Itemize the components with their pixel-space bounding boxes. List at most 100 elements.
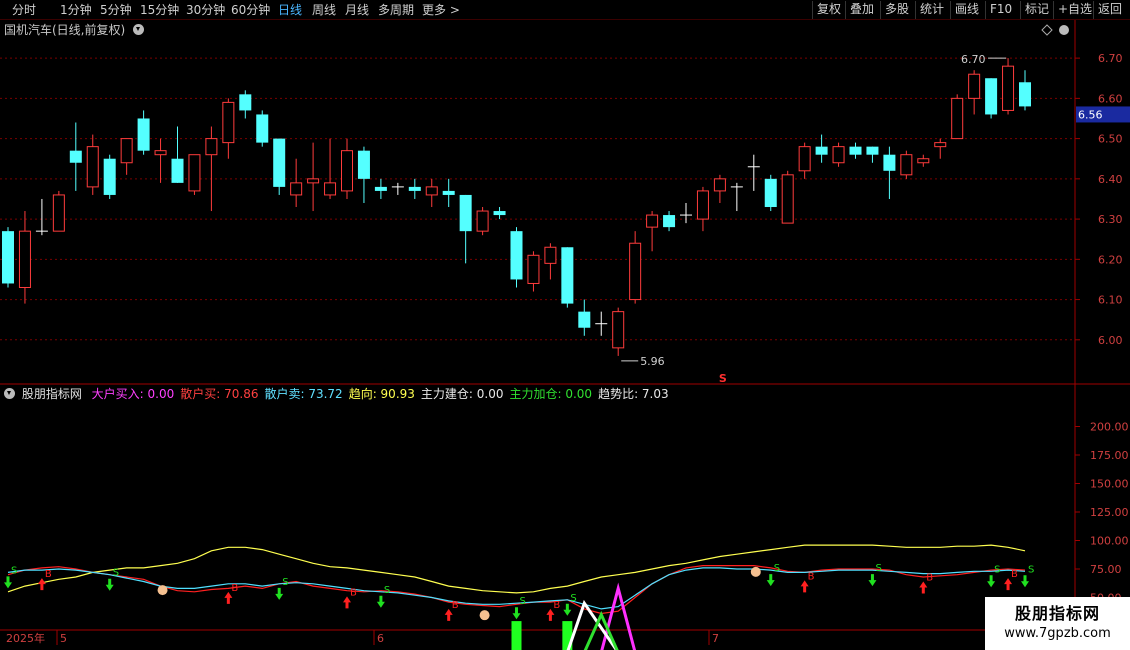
chart-canvas: 6.00 6.10 6.20 6.30 6.40 6.50 6.60 6.70 6.56 6.70… [0,20,1130,650]
candle-body [612,311,625,349]
fuquan-button[interactable]: 复权 [812,1,845,19]
add-favorite-button[interactable]: +自选 [1053,1,1096,19]
candle-body [273,138,286,187]
sell-arrow-icon [376,595,385,608]
y-tick-label: 125.00 [1090,506,1129,519]
dropdown-circle-icon [1059,25,1069,35]
watermark-title: 股朋指标网 [1014,604,1100,623]
candle-body [307,178,320,184]
candle-body [951,97,964,140]
y-tick-label: 6.00 [1098,334,1123,347]
candle-body [1019,82,1031,107]
mark-button[interactable]: 标记 [1020,1,1053,19]
min-price-label: 5.96 [640,355,665,368]
candle-body [798,146,811,172]
toolbar: 分时 1分钟 5分钟 15分钟 30分钟 60分钟 日线 周线 月线 多周期 更… [0,0,1130,20]
period-tab-weekly[interactable]: 周线 [312,2,336,18]
f10-button[interactable]: F10 [985,1,1016,19]
indicator-item: 主力加仓: 0.00 [509,387,593,401]
candle-body [544,246,557,264]
candle-body [764,178,777,208]
period-tab-more[interactable]: 更多 > [422,2,460,18]
indicator-header: 股朋指标网 大户买入: 0.00 散户买: 70.86 散户卖: 73.72 趋向: … [4,386,675,402]
y-tick-label: 150.00 [1090,478,1129,491]
candle-body [663,215,676,228]
y-tick-label: 6.60 [1098,92,1123,105]
candle-body [154,150,167,156]
period-tab-monthly[interactable]: 月线 [345,2,369,18]
candle-body [866,146,879,155]
watermark-url: www.7gpzb.com [1004,626,1111,641]
indicator-item: 散户买: 70.86 [180,387,259,401]
x-year-label: 2025年 [6,631,45,645]
candle-body [103,158,116,195]
overlay-button[interactable]: 叠加 [845,1,878,19]
candle-body [290,182,303,196]
candle-body [781,174,794,224]
period-tab-30min[interactable]: 30分钟 [186,2,225,18]
x-month-label: 6 [377,632,384,645]
multi-stock-button[interactable]: 多股 [880,1,913,19]
indicator-spike [583,610,619,650]
sell-signal-label: S [774,563,780,574]
candle-body [374,186,387,191]
period-tab-multi[interactable]: 多周期 [378,2,414,18]
period-tab-fenshi[interactable]: 分时 [12,2,36,18]
candle-body [561,247,574,304]
sell-arrow-icon [105,578,114,591]
sell-arrow-icon [987,575,996,588]
candle-body [968,73,981,99]
price-tag: 6.56 [1078,108,1103,121]
period-tab-daily[interactable]: 日线 [278,2,302,18]
stats-button[interactable]: 统计 [915,1,948,19]
main-force-bar [511,621,522,650]
sell-signal-label: S [282,577,288,588]
sell-signal-label: S [570,593,576,604]
y-tick-label: 6.70 [1098,52,1123,65]
candle-body [18,230,31,288]
period-tab-1min[interactable]: 1分钟 [60,2,92,18]
main-panel-header: 国机汽车(日线,前复权) [4,22,147,38]
candle-body [442,190,455,195]
indicator-spike [600,582,637,650]
sell-arrow-icon [275,587,284,600]
buy-signal-label: B [231,583,238,594]
y-tick-label: 100.00 [1090,535,1129,548]
candle-body [493,211,506,216]
period-tab-5min[interactable]: 5分钟 [100,2,132,18]
sell-signal-label: S [875,563,881,574]
indicator-values: 大户买入: 0.00 散户买: 70.86 散户卖: 73.72 趋向: 90.93 主… [92,387,675,401]
candle-body [357,150,370,179]
buy-signal-label: B [808,571,815,582]
dropdown-circle-icon[interactable] [133,24,145,35]
candle-body [459,194,472,232]
period-tab-15min[interactable]: 15分钟 [140,2,179,18]
buy-signal-label: B [553,600,560,611]
candle-body [934,142,947,148]
back-button[interactable]: 返回 [1093,1,1126,19]
candle-body [222,101,235,144]
hand-icon [750,566,761,577]
candle-body [188,154,201,192]
indicator-item: 大户买入: 0.00 [91,387,175,401]
buy-signal-label: B [45,569,52,580]
buy-signal-label: B [452,600,459,611]
sell-signal-label: S [1028,564,1034,575]
y-tick-label: 6.40 [1098,173,1123,186]
y-tick-label: 75.00 [1090,563,1122,576]
dropdown-circle-icon[interactable] [4,388,15,399]
candle-body [137,118,150,151]
diamond-icon [1041,24,1053,36]
draw-line-button[interactable]: 画线 [950,1,983,19]
sell-signal-label: S [11,565,17,576]
x-month-label: 5 [60,632,67,645]
sell-arrow-icon [563,603,572,616]
buy-signal-label: B [926,573,933,584]
buy-signal-label: B [1011,569,1018,580]
candle-body [239,94,252,111]
y-tick-label: 6.10 [1098,294,1123,307]
candle-body [120,138,133,164]
sell-arrow-icon [1021,575,1029,588]
period-tab-60min[interactable]: 60分钟 [231,2,270,18]
stock-chart-window: 6.00 6.10 6.20 6.30 6.40 6.50 6.60 6.70 6.56 6.70… [0,0,1130,650]
